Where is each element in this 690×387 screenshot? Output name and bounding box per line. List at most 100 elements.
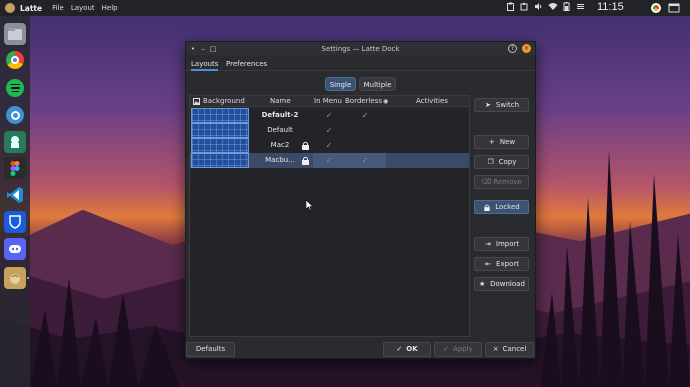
copy-button[interactable]: ❐ Copy xyxy=(474,155,529,169)
layout-background-thumbnail xyxy=(191,138,249,153)
layout-name: Default xyxy=(267,126,293,134)
trash-icon: ⌫ xyxy=(481,178,492,186)
column-background[interactable]: Background xyxy=(203,96,245,107)
new-button[interactable]: + New xyxy=(474,135,529,149)
import-button[interactable]: ⇥ Import xyxy=(474,237,529,251)
import-label: Import xyxy=(495,240,520,248)
table-row[interactable]: Default-2 ✓ ✓ xyxy=(190,108,469,123)
close-icon[interactable]: × xyxy=(522,44,531,53)
wifi-icon[interactable] xyxy=(548,2,558,11)
borderless-check-icon[interactable]: ✓ xyxy=(360,153,370,168)
layout-background-thumbnail xyxy=(191,123,249,138)
check-icon: ✓ xyxy=(443,345,450,353)
lock-icon xyxy=(484,204,490,211)
table-row-selected[interactable]: Macbu... ✓ ✓ xyxy=(190,153,469,168)
tab-bar: Layouts Preferences xyxy=(186,59,535,71)
spotify-icon[interactable] xyxy=(4,77,26,99)
export-button[interactable]: ⇤ Export xyxy=(474,257,529,271)
in-menu-check-icon[interactable]: ✓ xyxy=(324,153,334,168)
table-row[interactable]: Mac2 ✓ xyxy=(190,138,469,153)
apply-button[interactable]: ✓ Apply xyxy=(434,342,482,357)
export-label: Export xyxy=(496,260,519,268)
menu-file[interactable]: File xyxy=(52,4,64,12)
apply-label: Apply xyxy=(453,345,473,353)
latte-dock xyxy=(0,16,30,387)
ok-label: OK xyxy=(406,345,418,353)
latte-icon[interactable] xyxy=(4,267,26,289)
cancel-label: Cancel xyxy=(502,345,527,353)
eye-icon: ◉ xyxy=(383,98,389,105)
multiple-mode-button[interactable]: Multiple xyxy=(359,77,396,91)
tab-preferences[interactable]: Preferences xyxy=(226,59,267,71)
locked-toggle-button[interactable]: Locked xyxy=(474,200,529,214)
locked-label: Locked xyxy=(495,203,520,211)
menu-icon[interactable] xyxy=(576,2,585,11)
layout-background-thumbnail xyxy=(191,153,249,168)
show-desktop-icon[interactable] xyxy=(668,3,680,13)
latte-active-indicator xyxy=(27,277,29,279)
remove-label: Remove xyxy=(493,178,522,186)
ok-button[interactable]: ✓ OK xyxy=(383,342,431,357)
switch-label: Switch xyxy=(495,101,520,109)
close-icon: × xyxy=(492,345,499,353)
in-menu-check-icon[interactable]: ✓ xyxy=(324,123,334,138)
layout-name: Default-2 xyxy=(261,111,299,119)
copy-label: Copy xyxy=(498,158,517,166)
layout-background-thumbnail xyxy=(191,108,249,123)
help-icon[interactable]: ? xyxy=(508,44,517,53)
download-button[interactable]: ★ Download xyxy=(474,277,529,291)
chrome-icon[interactable] xyxy=(651,3,661,13)
column-borderless[interactable]: Borderless xyxy=(345,96,382,107)
copy-icon: ❐ xyxy=(487,158,494,166)
remove-button[interactable]: ⌫ Remove xyxy=(474,175,529,189)
switch-button[interactable]: ➤ Switch xyxy=(474,98,529,112)
column-in-menu[interactable]: In Menu xyxy=(314,96,342,107)
mouse-cursor-icon xyxy=(306,200,313,211)
column-activities[interactable]: Activities xyxy=(416,96,448,107)
import-icon: ⇥ xyxy=(484,240,491,248)
plus-icon: + xyxy=(488,138,495,146)
battery-icon[interactable] xyxy=(562,2,571,11)
menu-layout[interactable]: Layout xyxy=(71,4,95,12)
in-menu-check-icon[interactable]: ✓ xyxy=(324,138,334,153)
check-icon: ✓ xyxy=(396,345,403,353)
chrome-icon[interactable] xyxy=(4,49,26,71)
gitkraken-icon[interactable] xyxy=(4,131,26,153)
export-icon: ⇤ xyxy=(485,260,491,268)
clock[interactable]: 11:15 xyxy=(597,1,624,13)
files-icon[interactable] xyxy=(4,23,26,45)
download-label: Download xyxy=(490,280,525,288)
settings-dialog: • – □ Settings — Latte Dock ? × Layouts … xyxy=(185,41,536,359)
figma-icon[interactable] xyxy=(4,157,26,179)
borderless-check-icon[interactable]: ✓ xyxy=(360,108,370,123)
titlebar[interactable]: • – □ Settings — Latte Dock ? × xyxy=(186,42,535,55)
in-menu-check-icon[interactable]: ✓ xyxy=(324,108,334,123)
new-label: New xyxy=(499,138,516,146)
layouts-table: Background Name In Menu Borderless ◉ Act… xyxy=(189,95,470,337)
switch-icon: ➤ xyxy=(484,101,491,109)
star-icon: ★ xyxy=(478,280,486,288)
dialog-footer: Defaults ✓ OK ✓ Apply × Cancel xyxy=(186,342,535,358)
volume-icon[interactable] xyxy=(534,2,543,11)
vscode-icon[interactable] xyxy=(4,184,26,206)
lock-icon xyxy=(302,156,309,165)
single-mode-button[interactable]: Single xyxy=(325,77,356,91)
active-app-name: Latte xyxy=(20,3,43,13)
menu-help[interactable]: Help xyxy=(102,4,118,12)
table-header: Background Name In Menu Borderless ◉ Act… xyxy=(190,96,469,107)
image-icon xyxy=(193,98,200,105)
top-panel: Latte File Layout Help xyxy=(0,0,690,16)
latte-logo-icon[interactable] xyxy=(5,3,15,13)
column-name[interactable]: Name xyxy=(270,96,291,107)
bitwarden-icon[interactable] xyxy=(4,211,26,233)
window-title: Settings — Latte Dock xyxy=(321,44,400,53)
clipboard-icon[interactable] xyxy=(506,2,515,11)
defaults-button[interactable]: Defaults xyxy=(186,342,235,357)
simplenote-icon[interactable] xyxy=(4,104,26,126)
table-row[interactable]: Default ✓ xyxy=(190,123,469,138)
discord-icon[interactable] xyxy=(4,238,26,260)
cancel-button[interactable]: × Cancel xyxy=(485,342,534,357)
lock-icon xyxy=(302,141,309,150)
tab-layouts[interactable]: Layouts xyxy=(191,59,219,71)
puzzle-icon[interactable] xyxy=(520,2,529,11)
